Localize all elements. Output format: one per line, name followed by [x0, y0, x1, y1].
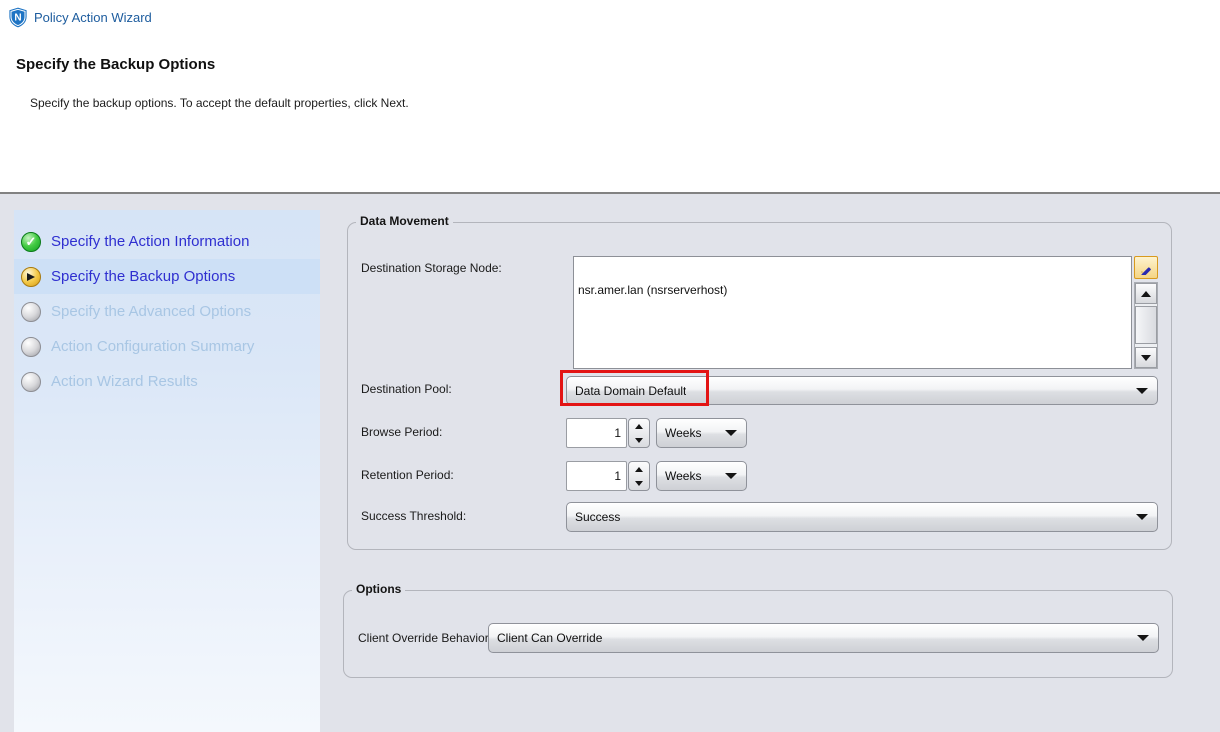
browse-period-input[interactable]: [566, 418, 627, 448]
page-subtitle: Specify the backup options. To accept th…: [30, 96, 409, 110]
destination-pool-value: Data Domain Default: [575, 384, 686, 398]
chevron-down-icon: [1136, 514, 1148, 520]
arrow-up-icon[interactable]: [1135, 283, 1157, 304]
policy-action-wizard-window: N Policy Action Wizard Specify the Backu…: [0, 0, 1220, 732]
storage-node-item[interactable]: nsr.amer.lan (nsrserverhost): [578, 283, 727, 297]
group-title: Options: [352, 582, 405, 596]
edit-storage-node-button[interactable]: [1134, 256, 1158, 279]
wizard-step-action-information[interactable]: ✓ Specify the Action Information: [14, 224, 320, 259]
retention-period-unit-value: Weeks: [665, 469, 701, 483]
step-label: Action Wizard Results: [51, 373, 198, 390]
chevron-down-icon: [725, 473, 737, 479]
client-override-behavior-select[interactable]: Client Can Override: [488, 623, 1159, 653]
destination-pool-select[interactable]: Data Domain Default: [566, 376, 1158, 405]
browse-period-unit-select[interactable]: Weeks: [656, 418, 747, 448]
retention-period-label: Retention Period:: [361, 468, 454, 482]
wizard-steps-panel: ✓ Specify the Action Information Specify…: [14, 210, 320, 732]
wizard-body: ✓ Specify the Action Information Specify…: [0, 194, 1220, 732]
stepper-up-icon[interactable]: [629, 462, 649, 476]
svg-text:N: N: [14, 13, 21, 24]
group-title: Data Movement: [356, 214, 453, 228]
success-threshold-select[interactable]: Success: [566, 502, 1158, 532]
arrow-down-icon[interactable]: [1135, 347, 1157, 368]
wizard-step-advanced-options[interactable]: Specify the Advanced Options: [14, 294, 320, 329]
wizard-step-backup-options[interactable]: Specify the Backup Options: [14, 259, 320, 294]
destination-storage-node-list[interactable]: nsr.amer.lan (nsrserverhost): [573, 256, 1132, 369]
window-title: Policy Action Wizard: [34, 10, 152, 25]
check-icon: ✓: [21, 232, 41, 252]
options-group: Options Client Override Behavior: Client…: [343, 590, 1173, 678]
storage-node-scrollbar[interactable]: [1134, 282, 1158, 369]
circle-icon: [21, 302, 41, 322]
arrow-right-icon: [21, 267, 41, 287]
browse-period-label: Browse Period:: [361, 425, 442, 439]
client-override-behavior-value: Client Can Override: [497, 631, 602, 645]
destination-storage-node-label: Destination Storage Node:: [361, 261, 502, 275]
networker-shield-icon: N: [8, 7, 28, 28]
stepper-down-icon[interactable]: [629, 433, 649, 447]
stepper-up-icon[interactable]: [629, 419, 649, 433]
step-label: Specify the Backup Options: [51, 268, 235, 285]
step-label: Specify the Advanced Options: [51, 303, 251, 320]
pencil-icon: [1139, 261, 1153, 275]
titlebar: N Policy Action Wizard: [0, 0, 1220, 34]
retention-period-stepper[interactable]: [628, 461, 650, 491]
success-threshold-value: Success: [575, 510, 620, 524]
chevron-down-icon: [725, 430, 737, 436]
browse-period-unit-value: Weeks: [665, 426, 701, 440]
retention-period-input[interactable]: [566, 461, 627, 491]
chevron-down-icon: [1137, 635, 1149, 641]
stepper-down-icon[interactable]: [629, 476, 649, 490]
wizard-step-wizard-results[interactable]: Action Wizard Results: [14, 364, 320, 399]
retention-period-unit-select[interactable]: Weeks: [656, 461, 747, 491]
step-label: Specify the Action Information: [51, 233, 249, 250]
page-title: Specify the Backup Options: [16, 56, 215, 73]
step-label: Action Configuration Summary: [51, 338, 254, 355]
scrollbar-thumb[interactable]: [1135, 306, 1157, 344]
wizard-step-configuration-summary[interactable]: Action Configuration Summary: [14, 329, 320, 364]
browse-period-stepper[interactable]: [628, 418, 650, 448]
destination-pool-label: Destination Pool:: [361, 382, 452, 396]
circle-icon: [21, 372, 41, 392]
client-override-behavior-label: Client Override Behavior:: [358, 631, 492, 645]
data-movement-group: Data Movement Destination Storage Node: …: [347, 222, 1172, 550]
success-threshold-label: Success Threshold:: [361, 509, 466, 523]
chevron-down-icon: [1136, 388, 1148, 394]
circle-icon: [21, 337, 41, 357]
